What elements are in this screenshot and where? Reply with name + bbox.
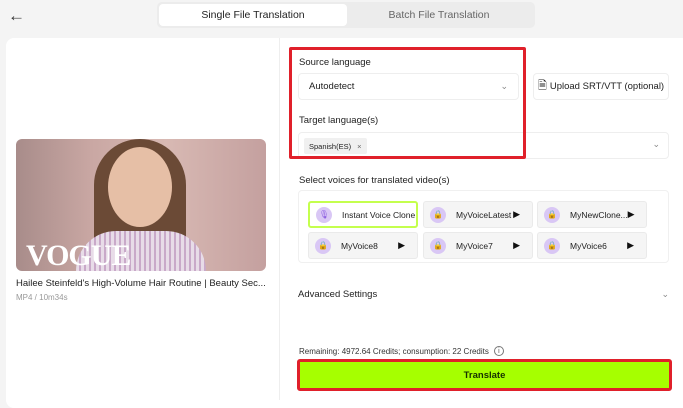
play-icon[interactable]: ▶ xyxy=(398,240,405,251)
voice-name: MyNewClone... xyxy=(570,209,628,220)
upload-srt-label: Upload SRT/VTT (optional) xyxy=(549,81,665,92)
subtitle-file-upload-icon: 🗎 xyxy=(538,80,547,92)
upload-srt-button[interactable]: 🗎 Upload SRT/VTT (optional) xyxy=(533,73,669,100)
tab-batch-file[interactable]: Batch File Translation xyxy=(345,4,533,26)
lock-icon: 🔒 xyxy=(430,237,446,254)
voice-card[interactable]: 🔒 MyVoice6 ▶ xyxy=(537,232,647,259)
voice-name: Instant Voice Clone xyxy=(342,209,416,220)
voice-card-instant-voice-clone[interactable]: 🎙 Instant Voice Clone xyxy=(308,201,418,228)
info-icon[interactable]: i xyxy=(493,346,504,356)
thumbnail-face xyxy=(108,147,172,227)
voice-card[interactable]: 🔒 MyVoice7 ▶ xyxy=(423,232,533,259)
play-icon[interactable]: ▶ xyxy=(628,209,635,220)
voice-card[interactable]: 🔒 MyNewClone... ▶ xyxy=(537,201,647,228)
voices-label: Select voices for translated video(s) xyxy=(299,175,450,186)
tab-single-file[interactable]: Single File Translation xyxy=(159,4,347,26)
chevron-down-icon: ⌄ xyxy=(661,288,669,299)
video-thumbnail[interactable]: VOGUE xyxy=(16,139,266,271)
lock-icon: 🔒 xyxy=(544,237,560,254)
credits-text: Remaining: 4972.64 Credits; consumption:… xyxy=(299,346,489,356)
voice-card[interactable]: 🔒 MyVoice8 ▶ xyxy=(308,232,418,259)
lock-icon: 🔒 xyxy=(315,237,331,254)
advanced-settings-toggle[interactable]: Advanced Settings ⌄ xyxy=(298,284,669,304)
voices-container: 🎙 Instant Voice Clone 🔒 MyVoiceLatest ▶ … xyxy=(298,190,669,263)
voice-name: MyVoice6 xyxy=(570,240,607,251)
mode-tabs: Single File Translation Batch File Trans… xyxy=(157,2,535,28)
language-highlight-box xyxy=(289,47,526,159)
microphone-icon: 🎙 xyxy=(316,206,332,223)
credits-info: Remaining: 4972.64 Credits; consumption:… xyxy=(299,346,504,356)
video-meta: MP4 / 10m34s xyxy=(16,293,68,302)
voice-name: MyVoice7 xyxy=(456,240,493,251)
voice-card[interactable]: 🔒 MyVoiceLatest ▶ xyxy=(423,201,533,228)
voice-name: MyVoice8 xyxy=(341,240,378,251)
lock-icon: 🔒 xyxy=(544,206,560,223)
chevron-down-icon: ⌄ xyxy=(652,139,660,149)
lock-icon: 🔒 xyxy=(430,206,446,223)
play-icon[interactable]: ▶ xyxy=(513,240,520,251)
play-icon[interactable]: ▶ xyxy=(627,240,634,251)
advanced-settings-label: Advanced Settings xyxy=(298,288,378,300)
column-divider xyxy=(279,38,280,400)
translate-button[interactable]: Translate xyxy=(297,359,672,391)
play-icon[interactable]: ▶ xyxy=(513,209,520,220)
back-arrow-icon[interactable]: ← xyxy=(8,6,25,26)
voice-name: MyVoiceLatest xyxy=(456,209,512,220)
vogue-logo: VOGUE xyxy=(26,239,131,271)
video-title: Hailee Steinfeld's High-Volume Hair Rout… xyxy=(16,278,266,289)
